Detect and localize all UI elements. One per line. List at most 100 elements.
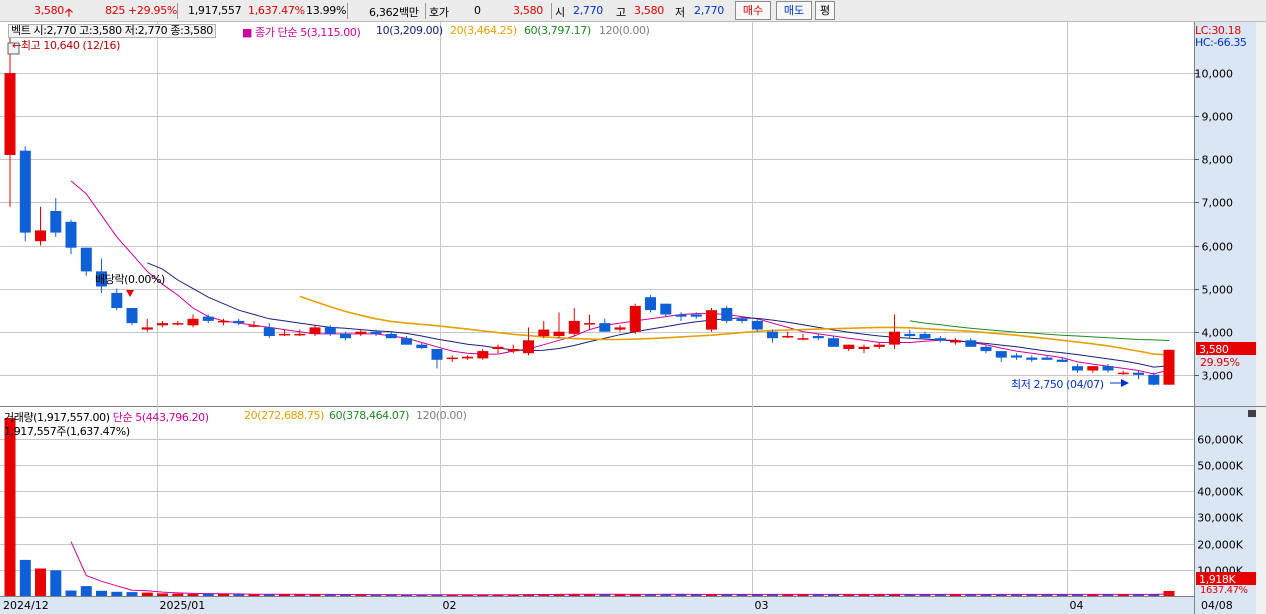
candle-body (995, 351, 1007, 358)
candle-body (111, 292, 123, 308)
date-tick-label: 2025/01 (160, 599, 206, 612)
right-gutter (1256, 22, 1266, 614)
ma20-legend: 20(3,464.25) (450, 24, 517, 37)
low-marker: 최저 2,750 (04/07) (1011, 378, 1104, 391)
candle-body (355, 331, 367, 334)
volume-bar (126, 592, 138, 596)
volume-ma120-legend: 120(0.00) (416, 409, 467, 422)
ma-legend-title: ■ 종가 단순 5(3,115.00) (242, 26, 361, 39)
candle-body (507, 349, 519, 352)
candle-body (1117, 372, 1129, 375)
volume-tick-label: 60,000K (1197, 434, 1243, 447)
date-tick-label: 2024/12 (3, 599, 49, 612)
candle-body (4, 73, 16, 155)
buy-button[interactable]: 매수 (735, 1, 771, 20)
price-tick-label: 7,000 (1202, 197, 1234, 210)
volume-tick-label: 50,000K (1197, 460, 1243, 473)
candle-body (751, 320, 763, 330)
low-price: 2,770 (694, 4, 724, 17)
date-tick-label: 02 (443, 599, 457, 612)
ma5-legend: 5(3,115.00) (300, 26, 361, 39)
price-change-pct: +29.95% (128, 4, 178, 17)
candle-body (233, 320, 245, 324)
low-label: 저 (675, 6, 685, 19)
candle-body (80, 247, 92, 272)
candle-body (858, 346, 870, 349)
candle-body (416, 344, 428, 349)
candle-body (431, 349, 443, 360)
candle-body (50, 211, 62, 233)
current-price: 3,580 (34, 4, 64, 17)
volume-sub-label: 1,917,557주(1,637.47%) (4, 425, 130, 438)
candle-body (202, 316, 214, 321)
candle-body (309, 327, 321, 334)
average-button[interactable]: 평 (815, 1, 835, 20)
candle-body (690, 314, 702, 317)
candle-body (568, 320, 580, 334)
open-label: 시 (555, 6, 565, 19)
volume-ma20-legend: 20(272,688.75) (244, 409, 324, 422)
candle-body (1056, 359, 1068, 362)
candle-body (65, 221, 77, 248)
candle-body (950, 340, 961, 343)
high-label: 고 (616, 6, 626, 19)
sell-button[interactable]: 매도 (776, 1, 812, 20)
turnover-rate: 13.99% (306, 4, 347, 17)
candle-body (599, 323, 611, 332)
price-tick-label: 8,000 (1202, 154, 1234, 167)
candle-body (721, 308, 733, 321)
divider (177, 3, 178, 19)
candle-body (828, 338, 839, 347)
candle-body (584, 323, 595, 325)
volume-bar (65, 590, 77, 596)
candle-body (614, 327, 626, 330)
divider (425, 3, 426, 19)
high-price: 3,580 (634, 4, 664, 17)
candle-body (1133, 372, 1144, 375)
candle-body (904, 333, 916, 337)
divider (347, 3, 348, 19)
panel-close-icon[interactable] (1248, 410, 1256, 417)
volume-bar (96, 590, 107, 596)
candle-body (523, 340, 534, 354)
candle-body (370, 331, 382, 334)
candle-body (141, 327, 153, 330)
candle-body (294, 333, 306, 336)
candle-body (126, 308, 138, 324)
candle-body (172, 323, 184, 325)
candle-body (1087, 366, 1099, 371)
candle-body (35, 230, 46, 242)
volume-value: 1,917,557 (188, 4, 242, 17)
candle-body (1163, 349, 1175, 385)
candle-body (446, 357, 458, 360)
candle-body (706, 310, 717, 330)
volume-pct-tag: 1637.47% (1200, 585, 1248, 596)
hc-value: HC:-66.35 (1195, 36, 1247, 49)
date-tick-label: 03 (755, 599, 769, 612)
quote-toolbar: 3,580 🡡 825 +29.95% 1,917,557 1,637.47% … (0, 0, 1266, 22)
volume-bar (111, 591, 123, 596)
candle-body (462, 356, 473, 359)
price-tick-label: 6,000 (1202, 241, 1234, 254)
candle-body (1102, 366, 1114, 371)
candle-body (675, 314, 687, 317)
candle-body (385, 333, 397, 339)
volume-tick-label: 30,000K (1197, 512, 1243, 525)
candle-body (919, 333, 931, 339)
candle-body (263, 327, 275, 336)
candle-body (477, 351, 489, 359)
quote-label: 호가 (429, 6, 449, 19)
candle-body (157, 323, 168, 326)
volume-bar (50, 570, 62, 596)
candle-body (629, 305, 641, 332)
price-tick-label: 9,000 (1202, 111, 1234, 124)
candle-body (401, 338, 412, 345)
candle-body (1041, 357, 1053, 360)
candle-body (812, 336, 824, 339)
candle-body (19, 150, 31, 233)
volume-bar (141, 592, 153, 596)
price-tick-label: 3,000 (1202, 370, 1234, 383)
price-change: 825 (105, 4, 126, 17)
price-legend-box: 벡트 시:2,770 고:3,580 저:2,770 종:3,580 (8, 24, 216, 38)
candle-body (782, 336, 794, 338)
